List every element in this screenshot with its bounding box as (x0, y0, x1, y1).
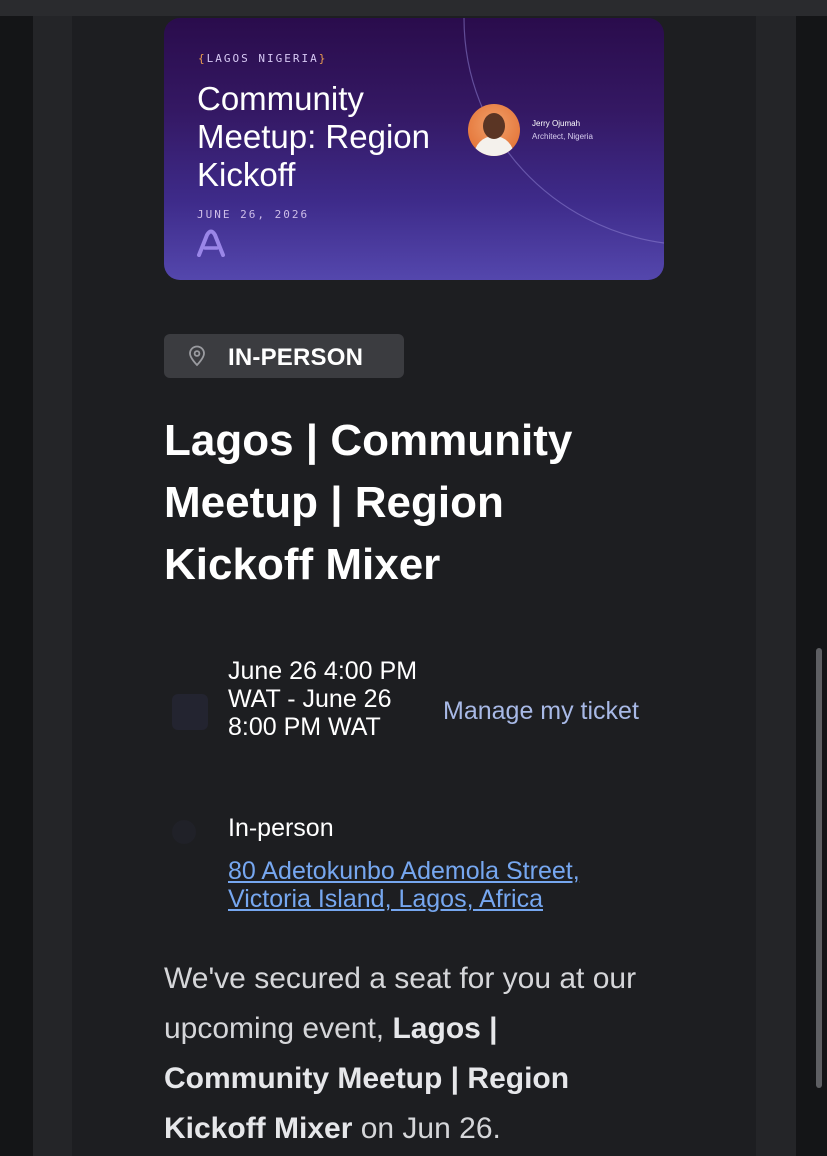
event-title: Lagos | Community Meetup | Region Kickof… (164, 416, 573, 589)
manage-ticket-link[interactable]: Manage my ticket (443, 697, 639, 726)
badge-label: IN-PERSON (228, 344, 364, 371)
speaker-avatar (468, 104, 520, 156)
confirmation-message: We've secured a seat for you at our upco… (164, 954, 644, 1154)
email-frame-right (756, 16, 796, 1156)
banner-location-tag: {LAGOS NIGERIA} (198, 52, 328, 65)
location-address-link[interactable]: 80 Adetokunbo Ademola Street, Victoria I… (228, 857, 648, 913)
event-datetime: June 26 4:00 PM WAT - June 26 8:00 PM WA… (228, 657, 418, 741)
email-frame-left (33, 16, 72, 1156)
location-icon (172, 820, 196, 844)
map-pin-icon (189, 345, 205, 367)
banner-title: Community Meetup: Region Kickoff (197, 80, 430, 193)
outer-right-margin (796, 16, 827, 1156)
banner-date: JUNE 26, 2026 (197, 208, 310, 221)
location-type: In-person (228, 814, 334, 842)
outer-left-margin (0, 16, 33, 1156)
in-person-badge: IN-PERSON (164, 334, 404, 378)
top-bar (0, 0, 827, 16)
message-suffix: on Jun 26. (352, 1112, 501, 1145)
event-banner: {LAGOS NIGERIA} Community Meetup: Region… (164, 18, 664, 280)
brand-logo-icon (197, 229, 225, 257)
speaker-role: Architect, Nigeria (532, 132, 593, 141)
calendar-icon (172, 694, 208, 730)
scrollbar-thumb[interactable] (816, 648, 822, 1088)
speaker-name: Jerry Ojumah (532, 119, 581, 128)
